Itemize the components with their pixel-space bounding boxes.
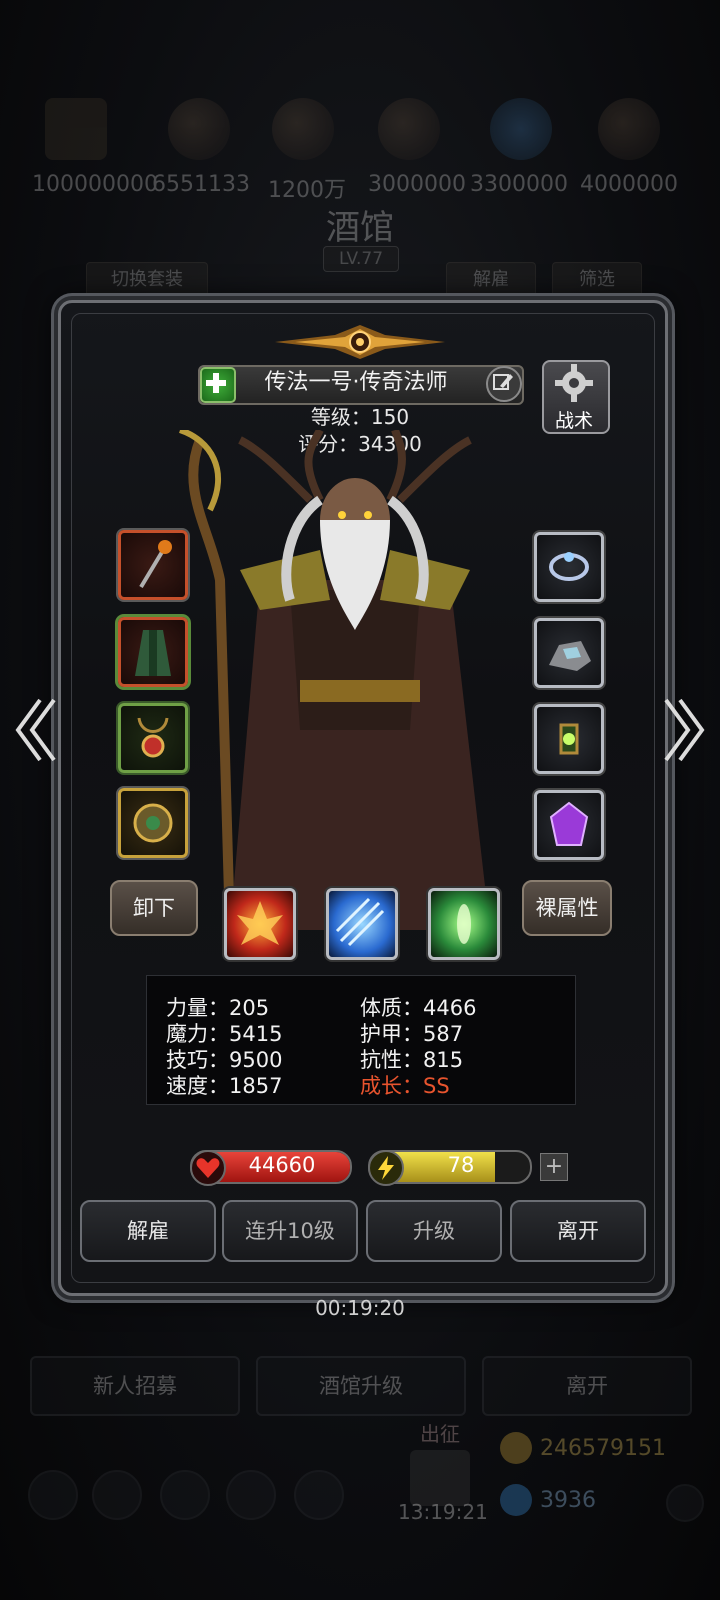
tactic-label: 战术: [554, 410, 593, 432]
menu-icon-5[interactable]: [294, 1470, 344, 1520]
resource-icon-5: [598, 98, 660, 160]
add-hero-button[interactable]: [200, 367, 236, 403]
resource-value: 6551133: [152, 172, 250, 197]
ring-icon: [549, 552, 589, 581]
recruit-button[interactable]: 新人招募: [30, 1356, 240, 1416]
lantern-icon: [559, 723, 579, 755]
skill-slot-fire[interactable]: [224, 888, 296, 960]
switch-outfit-button[interactable]: 切换套装: [86, 262, 208, 298]
stat-speed: 速度：1857: [166, 1074, 283, 1098]
edit-icon: [493, 374, 513, 390]
gem-icon: [500, 1484, 532, 1516]
menu-icon-3[interactable]: [160, 1470, 210, 1520]
filter-button[interactable]: 筛选: [552, 262, 642, 298]
double-chevron-left-icon: [15, 698, 56, 762]
upgrade-10-levels-button[interactable]: 连升10级: [222, 1200, 358, 1262]
hero-portrait-icon: [45, 98, 107, 160]
plus-icon: [206, 373, 226, 393]
resource-icon-3: [378, 98, 440, 160]
unequip-button[interactable]: 卸下: [110, 880, 198, 936]
resource-icon-4: [490, 98, 552, 160]
resource-value: 3300000: [470, 172, 568, 197]
nature-skill-icon: [457, 904, 471, 944]
background-dismiss-button[interactable]: 解雇: [446, 262, 536, 298]
chat-icon[interactable]: [666, 1484, 704, 1522]
amulet-icon: [137, 717, 169, 758]
gift-icon[interactable]: [410, 1450, 470, 1506]
energy-value: 78: [447, 1153, 475, 1177]
hero-level: 等级：150: [310, 405, 410, 429]
staff-icon: [139, 540, 172, 589]
naked-attributes-button[interactable]: 裸属性: [522, 880, 612, 936]
background-leave-button[interactable]: 离开: [482, 1356, 692, 1416]
equip-slot-armor[interactable]: [118, 617, 188, 687]
hp-value: 44660: [248, 1153, 316, 1177]
gold-amount: 246579151: [540, 1436, 666, 1461]
stone-icon: [549, 641, 591, 671]
robe-icon: [135, 630, 171, 676]
equip-slot-lantern[interactable]: [534, 704, 604, 774]
double-chevron-right-icon: [664, 698, 705, 762]
equip-slot-gem[interactable]: [534, 790, 604, 860]
equip-slot-stone[interactable]: [534, 618, 604, 688]
upgrade-button[interactable]: 升级: [366, 1200, 502, 1262]
resource-icon-2: [272, 98, 334, 160]
fire-skill-icon: [237, 901, 283, 945]
tavern-title: 酒馆: [326, 208, 394, 248]
gear-icon: [555, 364, 593, 402]
stat-growth: 成长：SS: [360, 1074, 450, 1098]
menu-icon-2[interactable]: [92, 1470, 142, 1520]
hero-name: 传法一号·传奇法师: [264, 370, 448, 395]
outing-label: 出征: [420, 1422, 460, 1446]
equip-slot-weapon[interactable]: [118, 530, 188, 600]
resource-value: 3000000: [368, 172, 466, 197]
rename-button[interactable]: [486, 366, 522, 402]
equip-slot-ring[interactable]: [534, 532, 604, 602]
emblem-icon: [133, 803, 173, 843]
tavern-upgrade-button[interactable]: 酒馆升级: [256, 1356, 466, 1416]
skill-slot-nature[interactable]: [428, 888, 500, 960]
gem-icon: [549, 801, 589, 846]
panel-crest-icon: [275, 325, 445, 359]
previous-hero-arrow[interactable]: [10, 690, 60, 770]
recruit-timer: 00:19:20: [315, 1296, 405, 1320]
leave-button[interactable]: 离开: [510, 1200, 646, 1262]
clock: 13:19:21: [398, 1500, 488, 1524]
dismiss-button[interactable]: 解雇: [80, 1200, 216, 1262]
add-energy-button[interactable]: +: [540, 1153, 568, 1181]
equip-slot-amulet[interactable]: [118, 703, 188, 773]
equip-slot-shield[interactable]: [118, 788, 188, 858]
menu-icon-4[interactable]: [226, 1470, 276, 1520]
menu-icon-1[interactable]: [28, 1470, 78, 1520]
resource-value: 4000000: [580, 172, 678, 197]
next-hero-arrow[interactable]: [660, 690, 710, 770]
ice-skill-icon: [335, 897, 385, 947]
resource-value: 100000000: [32, 172, 158, 197]
gold-coin-icon: [500, 1432, 532, 1464]
resource-icon-1: [168, 98, 230, 160]
skill-slot-ice[interactable]: [326, 888, 398, 960]
tavern-level: LV.77: [323, 246, 399, 272]
hero-portrait: [178, 430, 490, 931]
gem-amount: 3936: [540, 1488, 596, 1513]
